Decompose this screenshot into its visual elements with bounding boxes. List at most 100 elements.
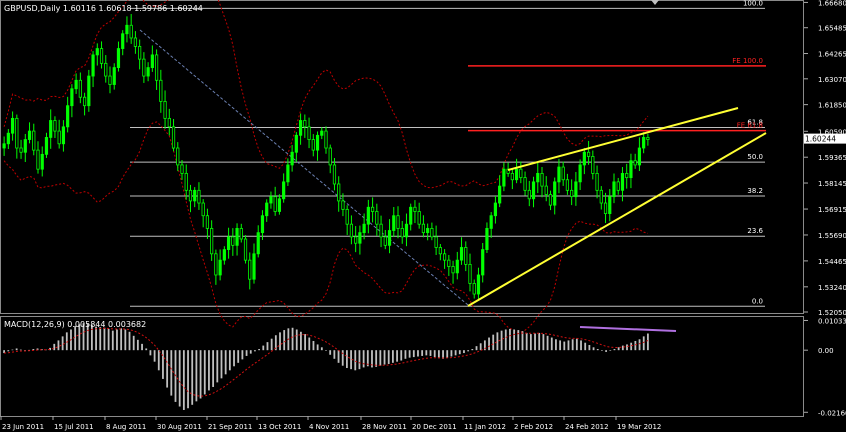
price-tick-label: 1.55690 <box>818 232 846 240</box>
candle-body <box>442 253 447 261</box>
price-tick-label: 1.63070 <box>818 76 846 84</box>
candle-body <box>320 130 324 136</box>
candle-body <box>265 202 269 217</box>
macd-bar <box>391 350 394 363</box>
macd-bar <box>291 327 294 351</box>
time-tick-label: 4 Nov 2011 <box>309 423 349 431</box>
macd-bar <box>346 350 348 369</box>
macd-bar <box>262 345 265 351</box>
candle-body <box>218 259 222 276</box>
macd-bar <box>208 350 210 391</box>
macd-bar <box>224 350 227 375</box>
fib-level-label: 0.0 <box>752 297 763 305</box>
macd-bar <box>266 342 269 351</box>
macd-bar <box>588 345 591 351</box>
wedge-lower-trendline[interactable] <box>467 132 767 307</box>
price-axis[interactable]: 1.666801.654851.642651.630701.618501.605… <box>804 0 846 317</box>
macd-bar <box>362 350 365 368</box>
chart-title: GBPUSD,Daily 1.60116 1.60618 1.59786 1.6… <box>4 4 203 13</box>
candle-body <box>290 151 294 166</box>
candle-body <box>366 206 370 225</box>
macd-bar <box>412 350 415 358</box>
trading-chart-window[interactable]: 100.0 61.8 50.0 38.2 23.6 0.0 FE 100.0 FE 61.8… <box>0 0 846 432</box>
macd-bar <box>53 343 56 351</box>
macd-bar <box>74 326 77 351</box>
diagonal-trend-line[interactable] <box>139 29 469 306</box>
candle-body <box>142 58 146 77</box>
macd-bar <box>571 339 574 351</box>
macd-bar <box>270 338 273 351</box>
macd-bar <box>182 350 185 410</box>
candle-body <box>349 223 354 238</box>
macd-bar <box>559 340 562 351</box>
wedge-trendlines[interactable] <box>467 107 767 307</box>
macd-tick-label: -0.02160 <box>818 409 846 417</box>
macd-bar <box>187 350 189 409</box>
macd-bar <box>220 350 223 379</box>
macd-bar <box>425 350 428 356</box>
candle-body <box>311 139 315 151</box>
macd-bar <box>408 350 411 358</box>
candle-body <box>210 228 214 255</box>
wedge-upper-trendline[interactable] <box>507 107 739 171</box>
candle-body <box>201 202 205 217</box>
fibonacci-expansion[interactable]: FE 100.0 FE 61.8 <box>468 57 766 132</box>
candle-body <box>10 117 15 134</box>
candle-body <box>2 143 6 149</box>
price-tick-label: 1.53240 <box>818 284 846 292</box>
candle-body <box>493 202 498 217</box>
candle-body <box>277 198 282 212</box>
candle-body <box>485 228 489 250</box>
macd-title: MACD(12,26,9) 0.005844 0.003682 <box>4 320 146 329</box>
macd-bar <box>617 347 620 351</box>
candle-body <box>608 196 612 215</box>
macd-bar <box>433 350 436 358</box>
candle-body <box>510 172 514 181</box>
candle-body <box>315 134 320 151</box>
candle-body <box>260 215 265 234</box>
candle-body <box>468 263 472 284</box>
time-tick-label: 30 Aug 2011 <box>157 423 202 431</box>
main-chart-frame <box>0 0 804 314</box>
candle-body <box>591 156 595 174</box>
macd-bar <box>99 327 102 351</box>
macd-bar <box>320 347 323 351</box>
macd-bar <box>95 326 97 351</box>
candle-body <box>561 166 565 181</box>
macd-bar <box>630 342 633 351</box>
candle-body <box>629 160 633 179</box>
macd-bar <box>504 329 507 351</box>
candle-body <box>472 283 476 295</box>
price-tick-label: 1.52050 <box>818 309 846 317</box>
candle-body <box>527 189 531 200</box>
macd-bar <box>136 339 139 351</box>
macd-bar <box>626 344 628 351</box>
candle-body <box>409 206 413 225</box>
macd-bar <box>613 349 616 351</box>
fe-level-label: FE 61.8 <box>737 122 763 130</box>
candle-body <box>154 54 159 81</box>
candle-body <box>404 223 409 238</box>
chart-canvas[interactable]: 100.061.850.038.223.60.0 FE 100.0FE 61.8… <box>0 0 846 432</box>
candle-body <box>599 189 603 204</box>
time-axis[interactable]: 23 Jun 2011 15 Jul 2011 8 Aug 2011 30 Aug 2… <box>0 416 661 431</box>
macd-bar <box>116 329 118 351</box>
candle-body <box>256 232 260 255</box>
macd-bar <box>191 350 194 405</box>
candle-body <box>163 101 167 119</box>
candle-body <box>646 137 650 140</box>
macd-bar <box>463 350 465 354</box>
scroll-shift-marker[interactable] <box>651 0 659 5</box>
macd-divergence-line[interactable] <box>579 326 677 332</box>
macd-bar <box>379 350 382 366</box>
candle-body <box>36 149 40 170</box>
macd-bar <box>153 350 156 362</box>
macd-bar <box>312 340 315 351</box>
macd-bar <box>488 337 490 351</box>
time-tick-label: 20 Dec 2011 <box>412 423 457 431</box>
candle-body <box>489 215 493 229</box>
candle-body <box>176 147 180 166</box>
candle-body <box>582 151 586 166</box>
candle-body <box>544 185 548 195</box>
candle-body <box>252 253 256 280</box>
